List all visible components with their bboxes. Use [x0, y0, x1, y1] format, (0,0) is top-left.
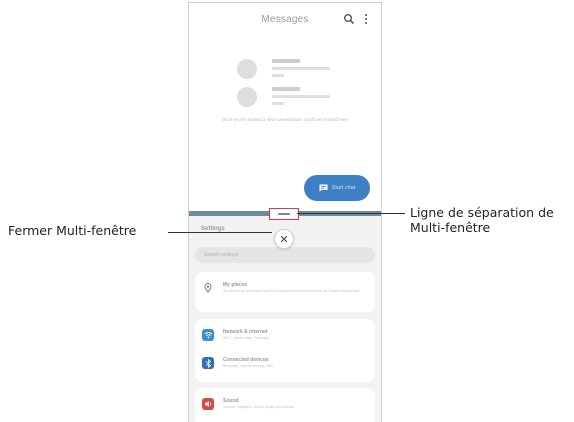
callout-label-divider-line1: Ligne de séparation de [410, 205, 554, 220]
placeholder-line [272, 67, 330, 70]
placeholder-line [272, 102, 284, 105]
settings-item-connected-devices[interactable]: Connected devices Bluetooth, Screen shar… [195, 351, 375, 379]
item-title: My places [223, 282, 247, 288]
phone-screen: Messages Once you've started a new conve… [188, 2, 382, 422]
avatar-placeholder [237, 87, 257, 107]
wifi-icon [202, 329, 214, 341]
start-chat-label: Start chat [331, 185, 356, 191]
start-chat-button[interactable]: Start chat [304, 175, 370, 201]
item-subtitle: Bluetooth, Screen sharing, NFC [223, 364, 274, 368]
callout-label-divider: Ligne de séparation de Multi-fenêtre [410, 205, 554, 235]
messages-header: Messages [189, 3, 381, 35]
settings-search-input[interactable]: Search settings [195, 247, 375, 263]
settings-item-sound[interactable]: Sound Volume, Ringtone, Sound quality an… [195, 392, 375, 420]
settings-item-my-places[interactable]: My places Set places as home and work fo… [195, 276, 375, 304]
empty-state-text: Once you've started a new conversation, … [221, 117, 349, 122]
close-icon [280, 235, 288, 243]
item-title: Sound [223, 398, 239, 404]
callout-line-divider [297, 213, 405, 214]
placeholder-line [272, 59, 300, 63]
volume-icon [202, 398, 214, 410]
callout-label-close: Fermer Multi-fenêtre [8, 223, 137, 238]
close-multi-window-button[interactable] [274, 229, 294, 249]
item-title: Connected devices [223, 357, 269, 363]
placeholder-line [272, 74, 284, 77]
callout-line-close [168, 232, 272, 233]
messages-title: Messages [261, 14, 309, 25]
settings-card-connections: Network & internet Wi-Fi, Mobile data, T… [195, 319, 375, 382]
divider-handle[interactable] [269, 208, 299, 220]
chat-icon [319, 184, 328, 192]
settings-item-network[interactable]: Network & internet Wi-Fi, Mobile data, T… [195, 323, 375, 351]
placeholder-line [272, 95, 330, 98]
search-icon[interactable] [343, 13, 355, 25]
placeholder-line [272, 87, 300, 91]
bluetooth-icon [202, 357, 214, 369]
more-vert-icon[interactable] [363, 13, 369, 25]
search-placeholder: Search settings [204, 252, 239, 258]
item-title: Network & internet [223, 329, 268, 335]
settings-card-sound: Sound Volume, Ringtone, Sound quality an… [195, 388, 375, 422]
callout-label-divider-line2: Multi-fenêtre [410, 220, 491, 235]
settings-card-places: My places Set places as home and work fo… [195, 272, 375, 312]
item-subtitle: Wi-Fi, Mobile data, Tethering [223, 336, 269, 340]
avatar-placeholder [237, 59, 257, 79]
item-subtitle: Set places as home and work for location… [223, 289, 359, 293]
location-pin-icon [204, 282, 212, 293]
item-subtitle: Volume, Ringtone, Sound quality and effe… [223, 405, 294, 409]
